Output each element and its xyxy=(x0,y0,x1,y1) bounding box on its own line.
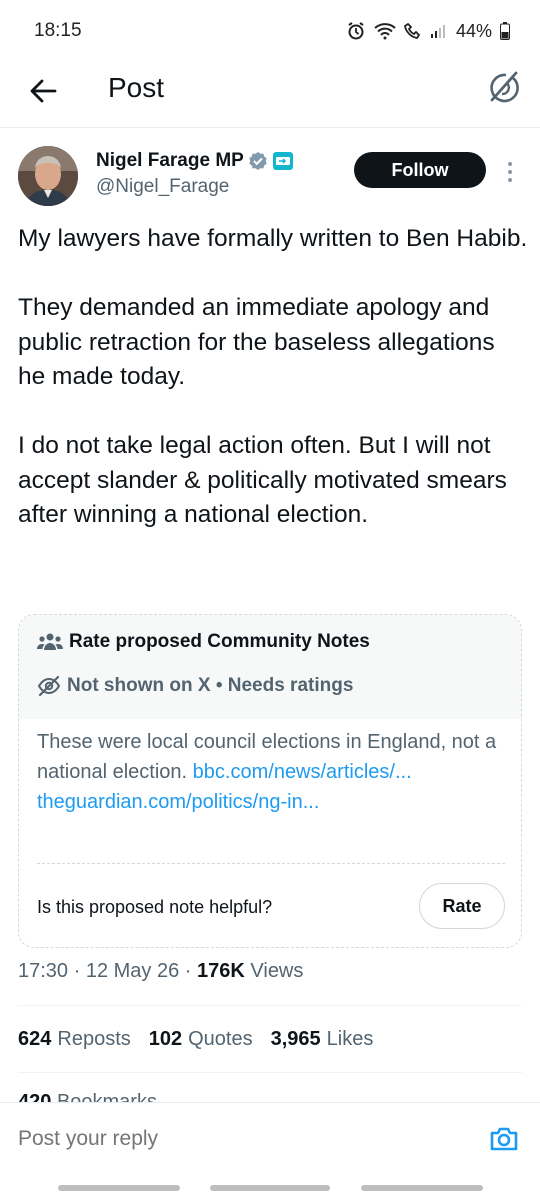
rate-button[interactable]: Rate xyxy=(419,883,505,929)
reply-bar xyxy=(0,1102,540,1174)
post-stats: 624 Reposts 102 Quotes 3,965 Likes xyxy=(18,1028,373,1051)
status-time: 18:15 xyxy=(34,20,82,41)
avatar[interactable] xyxy=(18,146,78,206)
note-helpful-question: Is this proposed note helpful? xyxy=(37,897,273,917)
grok-button[interactable] xyxy=(484,70,520,106)
views-label: Views xyxy=(250,960,304,982)
post-paragraph: They demanded an immediate apology and p… xyxy=(18,294,495,390)
avatar-image xyxy=(18,146,78,206)
quotes-label: Quotes xyxy=(188,1028,253,1050)
community-note-heading: Rate proposed Community Notes xyxy=(69,631,370,652)
post-text: My lawyers have formally written to Ben … xyxy=(18,222,528,533)
reply-input[interactable] xyxy=(18,1127,418,1151)
author-name-row: Nigel Farage MP xyxy=(96,150,294,172)
note-link-bbc[interactable]: bbc.com/news/articles/... xyxy=(193,761,412,783)
more-options-button[interactable] xyxy=(502,160,518,184)
signal-icon xyxy=(430,25,445,38)
eye-slash-icon xyxy=(37,675,61,697)
reposts-label: Reposts xyxy=(57,1028,131,1050)
camera-icon xyxy=(490,1127,518,1151)
app-header: Post xyxy=(0,62,540,128)
community-note-header: Rate proposed Community Notes Not shown … xyxy=(19,615,521,719)
community-note-status: Not shown on X • Needs ratings xyxy=(67,675,354,696)
likes-label: Likes xyxy=(326,1028,374,1050)
nav-home[interactable] xyxy=(210,1185,330,1191)
post-date[interactable]: 12 May 26 xyxy=(86,960,179,982)
page-title: Post xyxy=(108,72,165,103)
post-paragraph: My lawyers have formally written to Ben … xyxy=(18,225,528,252)
post-time[interactable]: 17:30 xyxy=(18,960,68,982)
follow-button[interactable]: Follow xyxy=(354,152,486,188)
battery-percent: 44% xyxy=(455,20,492,41)
author-handle[interactable]: @Nigel_Farage xyxy=(96,176,229,198)
status-bar: 18:15 44% xyxy=(0,0,540,62)
post-paragraph: I do not take legal action often. But I … xyxy=(18,432,507,528)
note-link-guardian[interactable]: theguardian.com/politics/ng-in... xyxy=(37,791,319,813)
verified-badge-icon xyxy=(249,152,267,170)
battery-icon xyxy=(500,22,510,40)
back-button[interactable] xyxy=(26,74,60,108)
views-count: 176K xyxy=(197,960,245,982)
reposts-stat[interactable]: 624 Reposts xyxy=(18,1028,131,1051)
bookmarks-stat[interactable]: 420 Bookmarks xyxy=(18,1092,157,1102)
arrow-left-icon xyxy=(30,79,57,103)
bookmarks-count: 420 xyxy=(18,1092,51,1102)
community-note-title-row: Rate proposed Community Notes xyxy=(37,631,370,653)
likes-count: 3,965 xyxy=(270,1028,321,1050)
post-meta: 17:30 · 12 May 26 · 176K Views xyxy=(18,960,304,982)
grok-icon xyxy=(490,71,519,103)
community-note-status-row: Not shown on X • Needs ratings xyxy=(37,675,353,697)
post-author: Nigel Farage MP @Nigel_Farage Follow xyxy=(18,146,522,210)
community-note-divider xyxy=(37,863,505,864)
likes-stat[interactable]: 3,965 Likes xyxy=(271,1028,374,1051)
author-name[interactable]: Nigel Farage MP xyxy=(96,150,244,172)
nav-recents[interactable] xyxy=(58,1185,180,1191)
divider xyxy=(18,1005,522,1006)
quotes-count: 102 xyxy=(148,1028,183,1050)
community-note-body: These were local council elections in En… xyxy=(37,727,507,817)
camera-button[interactable] xyxy=(488,1123,520,1155)
reform-uk-badge[interactable] xyxy=(272,151,294,171)
divider xyxy=(18,1072,522,1073)
bookmarks-label: Bookmarks xyxy=(57,1092,157,1102)
status-icons: 44% xyxy=(346,21,510,42)
call-icon xyxy=(403,22,421,39)
wifi-icon xyxy=(374,23,396,40)
community-note-card: Rate proposed Community Notes Not shown … xyxy=(18,614,522,948)
quotes-stat[interactable]: 102 Quotes xyxy=(149,1028,253,1051)
people-icon xyxy=(37,633,63,650)
alarm-icon xyxy=(348,22,364,40)
more-vertical-icon xyxy=(508,162,512,182)
system-nav-bar xyxy=(0,1180,540,1199)
reposts-count: 624 xyxy=(18,1028,52,1050)
nav-back[interactable] xyxy=(361,1185,483,1191)
